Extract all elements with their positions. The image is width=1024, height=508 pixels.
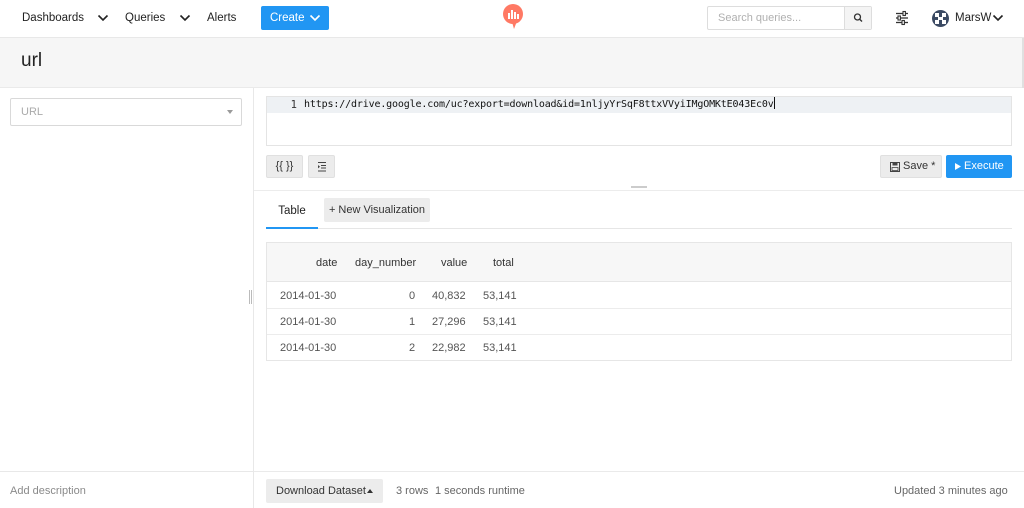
new-visualization-button[interactable]: + New Visualization	[324, 198, 430, 222]
left-panel: URL Add description	[0, 88, 254, 508]
save-button[interactable]: Save *	[880, 155, 942, 178]
play-icon	[955, 163, 961, 170]
table-cell: 53,141	[483, 290, 517, 302]
query-editor[interactable]: 1 https://drive.google.com/uc?export=dow…	[266, 96, 1012, 146]
column-header[interactable]: value	[441, 257, 467, 269]
column-header[interactable]: date	[316, 257, 337, 269]
updated-text: Updated 3 minutes ago	[894, 485, 1008, 497]
search-button[interactable]	[844, 7, 871, 29]
page-title[interactable]: url	[21, 50, 42, 72]
add-description-link[interactable]: Add description	[10, 485, 86, 497]
chevron-down-icon[interactable]	[179, 12, 191, 24]
search-icon	[853, 13, 863, 22]
table-cell: 2014-01-30	[280, 316, 337, 328]
url-parameter-select[interactable]: URL	[10, 98, 242, 126]
description-bar: Add description	[0, 471, 253, 508]
table-cell: 22,982	[432, 342, 466, 354]
add-parameter-label: {{ }}	[275, 160, 294, 172]
chevron-down-icon	[309, 14, 321, 22]
nav-alerts[interactable]: Alerts	[207, 0, 236, 38]
execute-label: Execute	[964, 160, 1004, 172]
tab-table[interactable]: Table	[266, 198, 318, 229]
table-row: 2014-01-30 2 22,982 53,141	[267, 335, 1011, 361]
sliders-icon[interactable]	[894, 10, 910, 26]
save-label: Save *	[903, 160, 936, 172]
format-query-button[interactable]	[308, 155, 335, 178]
tabs-underline	[266, 228, 1012, 229]
nav-queries[interactable]: Queries	[125, 0, 165, 38]
user-avatar-icon	[935, 13, 946, 24]
line-number: 1	[290, 99, 297, 111]
redash-logo-icon[interactable]	[502, 4, 524, 30]
table-cell: 1	[409, 316, 416, 328]
create-label: Create	[270, 12, 305, 24]
download-dataset-button[interactable]: Download Dataset	[266, 479, 383, 503]
table-cell: 0	[409, 290, 416, 302]
chevron-down-icon[interactable]	[97, 12, 109, 24]
table-cell: 2014-01-30	[280, 290, 337, 302]
format-indent-icon	[318, 162, 326, 172]
chevron-down-icon[interactable]	[992, 12, 1004, 24]
table-row: 2014-01-30 0 40,832 53,141	[267, 283, 1011, 309]
table-cell: 53,141	[483, 316, 517, 328]
editor-results-divider	[254, 190, 1024, 191]
panel-resize-handle[interactable]	[249, 290, 252, 304]
floppy-disk-icon	[890, 162, 900, 172]
table-header: date day_number value total	[267, 243, 1011, 282]
column-header[interactable]: total	[493, 257, 514, 269]
nav-dashboards[interactable]: Dashboards	[22, 0, 84, 38]
results-table: date day_number value total 2014-01-30 0…	[266, 242, 1012, 361]
user-menu-name[interactable]: MarsW	[955, 0, 991, 37]
editor-code-text: https://drive.google.com/uc?export=downl…	[304, 99, 774, 110]
table-cell: 53,141	[483, 342, 517, 354]
top-navbar: Dashboards Queries Alerts Create MarsW	[0, 0, 1024, 38]
execute-button[interactable]: Execute	[946, 155, 1012, 178]
table-cell: 2014-01-30	[280, 342, 337, 354]
table-cell: 27,296	[432, 316, 466, 328]
table-row: 2014-01-30 1 27,296 53,141	[267, 309, 1011, 335]
table-cell: 2	[409, 342, 416, 354]
column-header[interactable]: day_number	[355, 257, 416, 269]
page-header: url	[0, 38, 1024, 88]
url-parameter-placeholder: URL	[21, 106, 44, 118]
caret-up-icon	[367, 489, 373, 493]
download-dataset-label: Download Dataset	[276, 485, 366, 497]
caret-down-icon	[227, 110, 233, 114]
text-cursor	[773, 97, 775, 109]
editor-code-line: https://drive.google.com/uc?export=downl…	[304, 97, 775, 113]
add-parameter-button[interactable]: {{ }}	[266, 155, 303, 178]
rows-count: 3 rows	[396, 485, 429, 497]
avatar[interactable]	[932, 10, 949, 27]
resize-grip[interactable]	[631, 186, 647, 188]
create-button[interactable]: Create	[261, 6, 329, 30]
table-cell: 40,832	[432, 290, 466, 302]
search-box	[707, 6, 872, 30]
runtime-text: 1 seconds runtime	[435, 485, 525, 497]
search-input[interactable]	[708, 7, 845, 29]
